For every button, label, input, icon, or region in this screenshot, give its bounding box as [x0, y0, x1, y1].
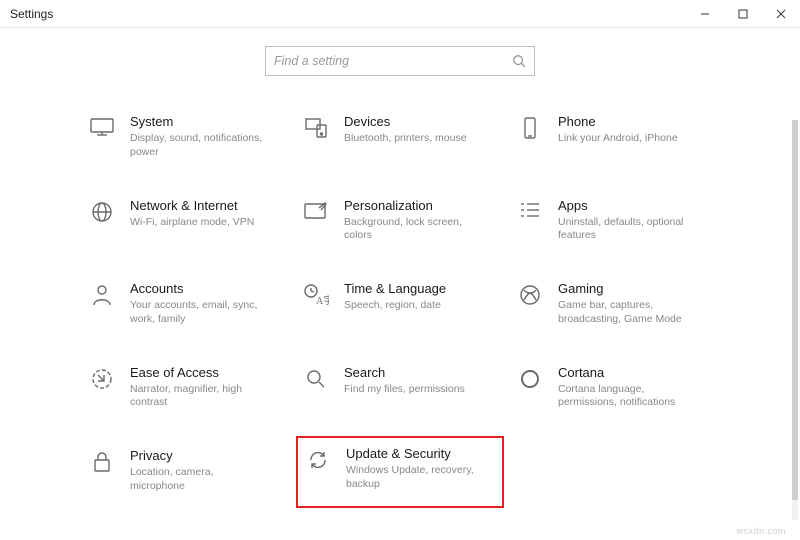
tile-text: Gaming Game bar, captures, broadcasting,… [558, 281, 698, 327]
tile-system[interactable]: System Display, sound, notifications, po… [88, 110, 284, 164]
display-icon [88, 116, 116, 144]
tile-title: Network & Internet [130, 198, 254, 214]
tile-text: Ease of Access Narrator, magnifier, high… [130, 365, 270, 411]
close-icon [776, 9, 786, 19]
tile-desc: Speech, region, date [344, 299, 446, 313]
tile-gaming[interactable]: Gaming Game bar, captures, broadcasting,… [516, 277, 712, 331]
phone-icon [516, 116, 544, 144]
close-button[interactable] [762, 0, 800, 27]
globe-icon [88, 200, 116, 228]
tile-accounts[interactable]: Accounts Your accounts, email, sync, wor… [88, 277, 284, 331]
time-language-icon: A字 [302, 283, 330, 311]
watermark: wsxdn.com [736, 526, 786, 536]
scroll-thumb[interactable] [792, 120, 798, 500]
tile-desc: Cortana language, permissions, notificat… [558, 383, 698, 410]
svg-text:A字: A字 [316, 294, 329, 307]
tile-desc: Narrator, magnifier, high contrast [130, 383, 270, 410]
search-box[interactable] [265, 46, 535, 76]
tile-apps[interactable]: Apps Uninstall, defaults, optional featu… [516, 194, 712, 248]
tile-title: Time & Language [344, 281, 446, 297]
personalization-icon [302, 200, 330, 228]
tile-text: Privacy Location, camera, microphone [130, 448, 270, 494]
search-input[interactable] [274, 54, 512, 68]
tile-text: Update & Security Windows Update, recove… [346, 446, 486, 492]
tile-title: Personalization [344, 198, 484, 214]
tile-desc: Your accounts, email, sync, work, family [130, 299, 270, 326]
tile-phone[interactable]: Phone Link your Android, iPhone [516, 110, 712, 164]
tile-title: Phone [558, 114, 678, 130]
tile-desc: Bluetooth, printers, mouse [344, 132, 467, 146]
tile-text: System Display, sound, notifications, po… [130, 114, 270, 160]
tile-devices[interactable]: Devices Bluetooth, printers, mouse [302, 110, 498, 164]
tile-desc: Find my files, permissions [344, 383, 465, 397]
tile-desc: Display, sound, notifications, power [130, 132, 270, 159]
maximize-button[interactable] [724, 0, 762, 27]
search-icon [512, 54, 526, 68]
magnifier-icon [302, 367, 330, 395]
tile-text: Personalization Background, lock screen,… [344, 198, 484, 244]
tile-text: Cortana Cortana language, permissions, n… [558, 365, 698, 411]
tile-desc: Game bar, captures, broadcasting, Game M… [558, 299, 698, 326]
tile-update-security[interactable]: Update & Security Windows Update, recove… [296, 436, 504, 508]
tile-ease-of-access[interactable]: Ease of Access Narrator, magnifier, high… [88, 361, 284, 415]
maximize-icon [738, 9, 748, 19]
tile-desc: Windows Update, recovery, backup [346, 464, 486, 491]
person-icon [88, 283, 116, 311]
tile-title: Ease of Access [130, 365, 270, 381]
xbox-icon [516, 283, 544, 311]
tile-network[interactable]: Network & Internet Wi-Fi, airplane mode,… [88, 194, 284, 248]
tile-desc: Location, camera, microphone [130, 466, 270, 493]
tile-desc: Background, lock screen, colors [344, 216, 484, 243]
settings-grid-container: System Display, sound, notifications, po… [0, 110, 800, 498]
tile-text: Apps Uninstall, defaults, optional featu… [558, 198, 698, 244]
tile-title: Cortana [558, 365, 698, 381]
tile-text: Time & Language Speech, region, date [344, 281, 446, 313]
tile-title: System [130, 114, 270, 130]
tile-desc: Link your Android, iPhone [558, 132, 678, 146]
minimize-icon [700, 9, 710, 19]
devices-icon [302, 116, 330, 144]
ease-of-access-icon [88, 367, 116, 395]
update-icon [304, 448, 332, 476]
tile-text: Accounts Your accounts, email, sync, wor… [130, 281, 270, 327]
window-title: Settings [10, 7, 53, 21]
tile-time-language[interactable]: A字 Time & Language Speech, region, date [302, 277, 498, 331]
minimize-button[interactable] [686, 0, 724, 27]
tile-title: Search [344, 365, 465, 381]
tile-desc: Uninstall, defaults, optional features [558, 216, 698, 243]
tile-desc: Wi-Fi, airplane mode, VPN [130, 216, 254, 230]
tile-text: Search Find my files, permissions [344, 365, 465, 397]
apps-icon [516, 200, 544, 228]
lock-icon [88, 450, 116, 478]
tile-title: Update & Security [346, 446, 486, 462]
tile-title: Privacy [130, 448, 270, 464]
tile-text: Network & Internet Wi-Fi, airplane mode,… [130, 198, 254, 230]
tile-cortana[interactable]: Cortana Cortana language, permissions, n… [516, 361, 712, 415]
titlebar: Settings [0, 0, 800, 28]
tile-text: Devices Bluetooth, printers, mouse [344, 114, 467, 146]
tile-text: Phone Link your Android, iPhone [558, 114, 678, 146]
scrollbar[interactable] [792, 120, 798, 520]
tile-search[interactable]: Search Find my files, permissions [302, 361, 498, 415]
tile-title: Apps [558, 198, 698, 214]
window-controls [686, 0, 800, 27]
tile-privacy[interactable]: Privacy Location, camera, microphone [88, 444, 284, 498]
cortana-icon [516, 367, 544, 395]
settings-grid: System Display, sound, notifications, po… [88, 110, 712, 498]
tile-title: Accounts [130, 281, 270, 297]
tile-title: Devices [344, 114, 467, 130]
tile-title: Gaming [558, 281, 698, 297]
search-container [0, 46, 800, 76]
tile-personalization[interactable]: Personalization Background, lock screen,… [302, 194, 498, 248]
